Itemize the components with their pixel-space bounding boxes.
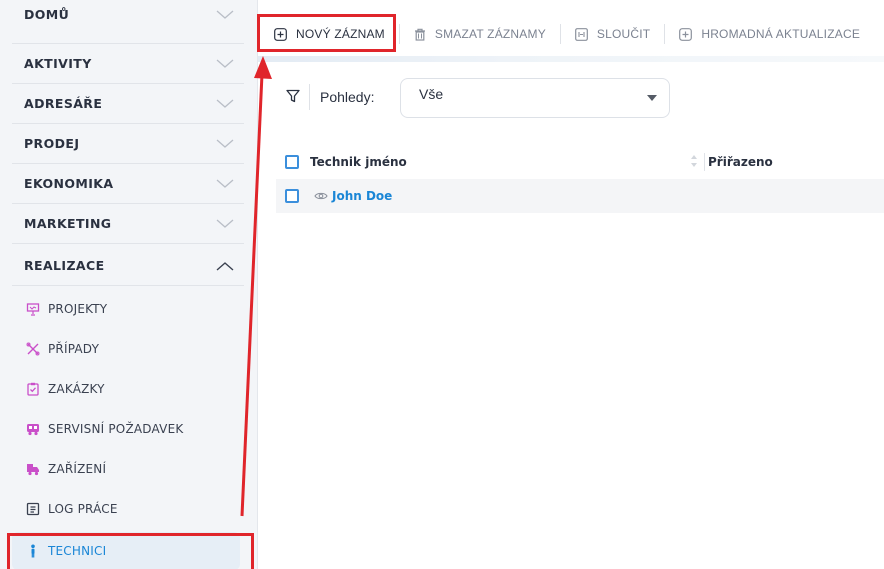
section-label: ADRESÁŘE bbox=[24, 96, 103, 111]
sidebar-item-cases[interactable]: PŘÍPADY bbox=[12, 330, 240, 368]
eye-icon[interactable] bbox=[314, 190, 328, 202]
clipboard-check-icon bbox=[27, 382, 39, 396]
sidebar-section-marketing[interactable]: MARKETING bbox=[12, 204, 244, 244]
chevron-up-icon bbox=[216, 261, 234, 271]
chevron-down-icon bbox=[216, 139, 234, 148]
vehicle-icon bbox=[27, 464, 39, 476]
sidebar-section-home[interactable]: DOMŮ bbox=[12, 0, 244, 44]
delete-records-button[interactable]: SMAZAT ZÁZNAMY bbox=[406, 16, 554, 52]
sidebar-item-label: SERVISNÍ POŽADAVEK bbox=[48, 422, 184, 436]
sidebar-item-work-log[interactable]: LOG PRÁCE bbox=[12, 490, 240, 528]
section-label: AKTIVITY bbox=[24, 56, 92, 71]
chevron-down-icon bbox=[216, 59, 234, 68]
sidebar-item-service-request[interactable]: SERVISNÍ POŽADAVEK bbox=[12, 410, 240, 448]
merge-icon bbox=[575, 27, 588, 41]
trash-icon bbox=[414, 28, 425, 41]
delete-records-label: SMAZAT ZÁZNAMY bbox=[434, 27, 546, 41]
sidebar-item-label: ZAKÁZKY bbox=[48, 382, 105, 396]
toolbar-underline bbox=[258, 56, 884, 62]
chevron-down-icon bbox=[216, 179, 234, 188]
column-divider bbox=[704, 153, 705, 171]
record-link[interactable]: John Doe bbox=[332, 189, 392, 203]
tools-cross-icon bbox=[26, 342, 40, 356]
merge-button[interactable]: SLOUČIT bbox=[567, 16, 658, 52]
technicians-highlight bbox=[7, 533, 254, 569]
sidebar-item-label: ZAŘÍZENÍ bbox=[48, 462, 107, 476]
plus-square-icon bbox=[679, 27, 693, 41]
toolbar-divider bbox=[398, 24, 400, 44]
sort-icon[interactable] bbox=[689, 152, 699, 170]
filter-icon[interactable] bbox=[285, 88, 301, 104]
views-selected-value: Vše bbox=[419, 86, 444, 102]
sidebar-item-label: LOG PRÁCE bbox=[48, 502, 118, 516]
sidebar-section-activities[interactable]: AKTIVITY bbox=[12, 44, 244, 84]
log-list-icon bbox=[26, 502, 40, 516]
truck-icon bbox=[27, 424, 39, 436]
section-label: DOMŮ bbox=[24, 7, 70, 22]
sidebar-section-realization[interactable]: REALIZACE bbox=[12, 246, 244, 286]
select-all-checkbox[interactable] bbox=[285, 155, 299, 169]
toolbar-divider bbox=[664, 24, 666, 44]
sidebar-item-projects[interactable]: PROJEKTY bbox=[12, 290, 240, 328]
merge-label: SLOUČIT bbox=[596, 27, 651, 41]
section-label: MARKETING bbox=[24, 216, 112, 231]
caret-down-icon bbox=[647, 95, 657, 101]
sidebar-item-orders[interactable]: ZAKÁZKY bbox=[12, 370, 240, 408]
sidebar-item-label: PROJEKTY bbox=[48, 302, 108, 316]
toolbar-divider bbox=[559, 24, 561, 44]
chevron-down-icon bbox=[216, 10, 234, 19]
column-header-assigned[interactable]: Přiřazeno bbox=[708, 155, 773, 169]
mass-update-button[interactable]: HROMADNÁ AKTUALIZACE bbox=[671, 16, 868, 52]
sidebar-section-directories[interactable]: ADRESÁŘE bbox=[12, 84, 244, 124]
row-checkbox[interactable] bbox=[285, 189, 299, 203]
views-select[interactable]: Vše bbox=[400, 78, 670, 118]
sidebar-section-sales[interactable]: PRODEJ bbox=[12, 124, 244, 164]
new-record-highlight bbox=[257, 14, 396, 52]
chevron-down-icon bbox=[216, 99, 234, 108]
chevron-down-icon bbox=[216, 219, 234, 228]
sidebar: DOMŮ AKTIVITY ADRESÁŘE PRODEJ EKONOMIKA … bbox=[0, 0, 258, 569]
section-label: EKONOMIKA bbox=[24, 176, 114, 191]
column-header-technician-name[interactable]: Technik jméno bbox=[310, 155, 407, 169]
sidebar-item-equipment[interactable]: ZAŘÍZENÍ bbox=[12, 450, 240, 488]
section-label: REALIZACE bbox=[24, 258, 105, 273]
section-label: PRODEJ bbox=[24, 136, 80, 151]
sidebar-section-economics[interactable]: EKONOMIKA bbox=[12, 164, 244, 204]
table-header: Technik jméno Přiřazeno bbox=[276, 146, 884, 178]
views-label: Pohledy: bbox=[320, 89, 375, 105]
mass-update-label: HROMADNÁ AKTUALIZACE bbox=[701, 27, 861, 41]
filter-divider bbox=[309, 84, 310, 110]
table-row: John Doe bbox=[276, 179, 884, 213]
presentation-icon bbox=[26, 303, 40, 316]
sidebar-item-label: PŘÍPADY bbox=[48, 342, 100, 356]
